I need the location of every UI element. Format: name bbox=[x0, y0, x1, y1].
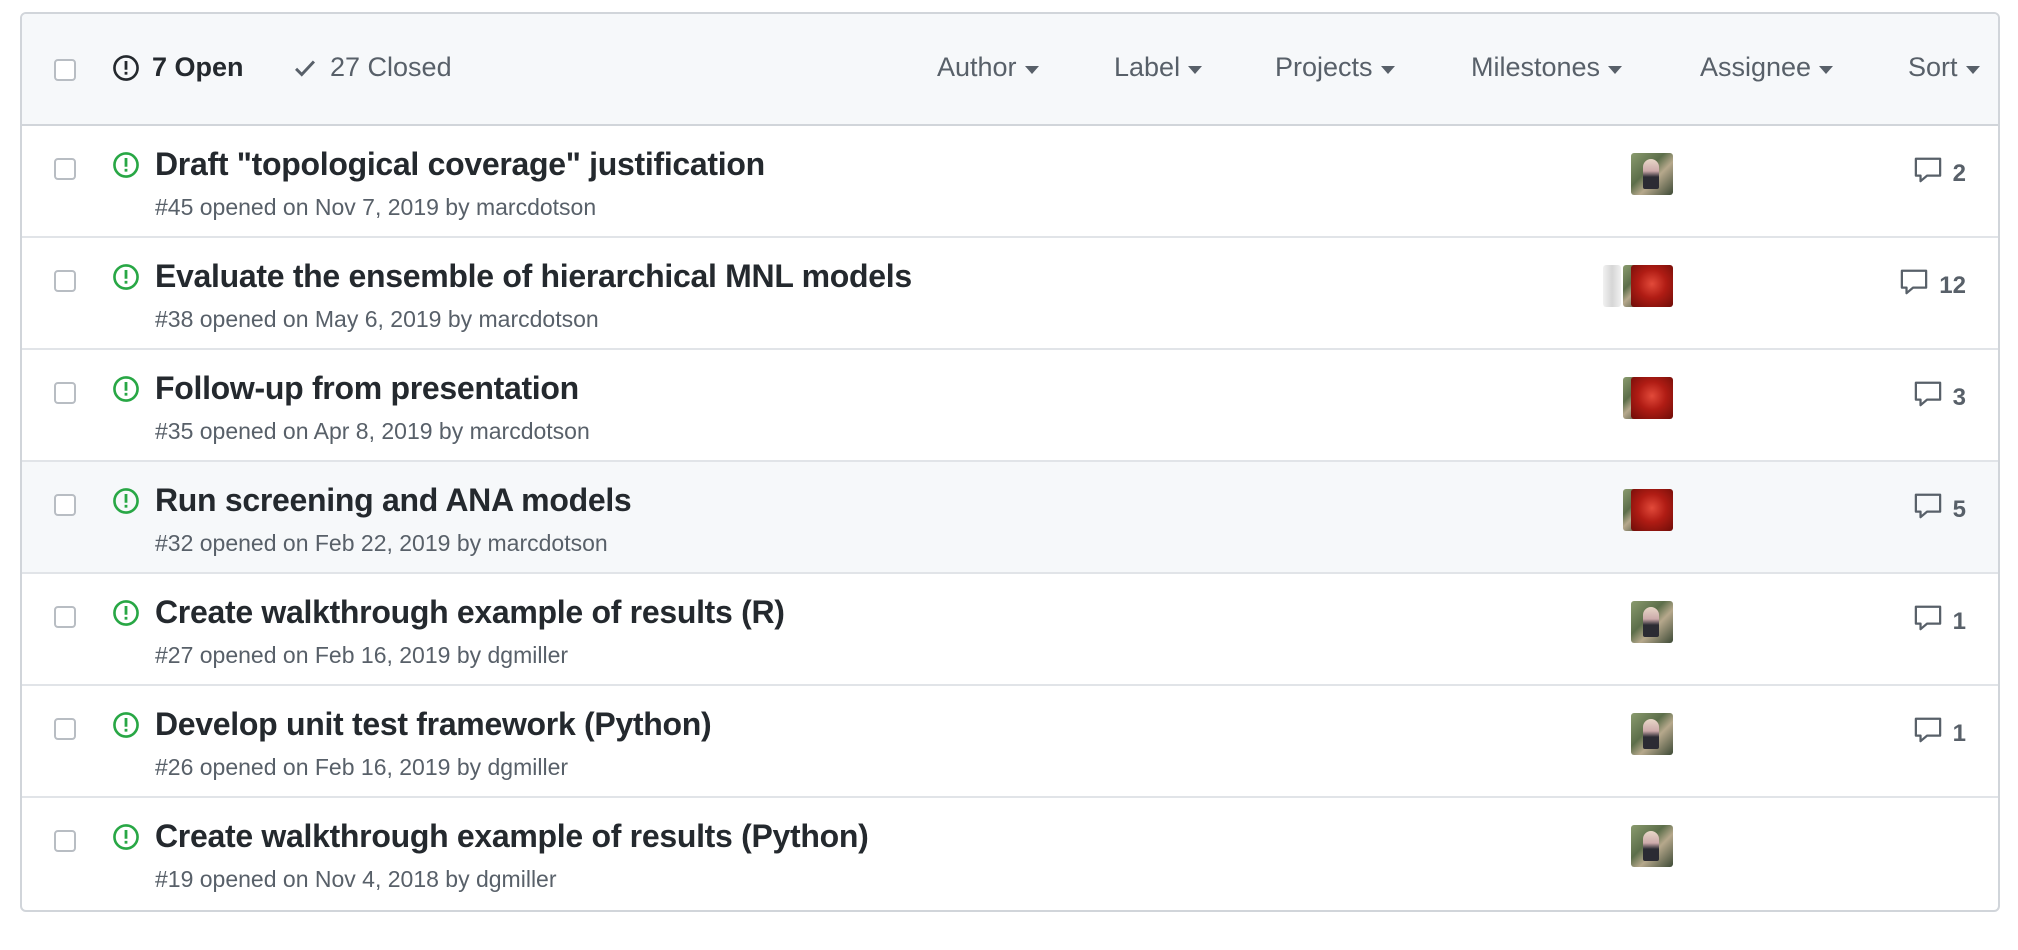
issue-opened-icon bbox=[112, 151, 140, 184]
milestones-filter[interactable]: Milestones bbox=[1471, 52, 1623, 83]
comment-count: 12 bbox=[1939, 271, 1966, 299]
comments-link[interactable]: 1 bbox=[1913, 604, 1966, 639]
caret-down-icon bbox=[1188, 65, 1203, 74]
comment-count: 2 bbox=[1952, 159, 1966, 187]
issue-meta: #45 opened on Nov 7, 2019 by marcdotson bbox=[155, 194, 597, 220]
issue-meta: #35 opened on Apr 8, 2019 by marcdotson bbox=[155, 418, 590, 444]
closed-count: 27 Closed bbox=[330, 52, 452, 82]
comment-count: 1 bbox=[1952, 719, 1966, 747]
comment-icon bbox=[1913, 156, 1953, 191]
issue-title-link[interactable]: Develop unit test framework (Python) bbox=[155, 706, 712, 743]
milestones-filter-label: Milestones bbox=[1471, 52, 1601, 82]
issue-row[interactable]: Follow-up from presentation #35 opened on… bbox=[22, 350, 1998, 462]
issue-row[interactable]: Evaluate the ensemble of hierarchical MN… bbox=[22, 238, 1998, 350]
issue-title-link[interactable]: Follow-up from presentation bbox=[155, 370, 579, 407]
assignee-avatar[interactable] bbox=[1631, 601, 1673, 643]
assignee-filter[interactable]: Assignee bbox=[1700, 52, 1834, 83]
assignee-avatar[interactable] bbox=[1631, 153, 1673, 195]
issue-title-link[interactable]: Create walkthrough example of results (R… bbox=[155, 594, 785, 631]
comment-icon bbox=[1899, 268, 1939, 303]
sort-filter-label: Sort bbox=[1908, 52, 1958, 82]
label-filter[interactable]: Label bbox=[1114, 52, 1203, 83]
issue-checkbox[interactable] bbox=[54, 382, 76, 404]
caret-down-icon bbox=[1608, 65, 1623, 74]
assignee-avatar[interactable] bbox=[1631, 377, 1673, 419]
assignee-avatars bbox=[1623, 377, 1673, 419]
comment-icon bbox=[1913, 380, 1953, 415]
comments-link[interactable]: 5 bbox=[1913, 492, 1966, 527]
assignee-avatars bbox=[1631, 601, 1673, 643]
issue-title-link[interactable]: Create walkthrough example of results (P… bbox=[155, 818, 869, 855]
issues-list-header: 7 Open 27 Closed Author Label Projects M… bbox=[22, 14, 1998, 126]
issue-meta: #32 opened on Feb 22, 2019 by marcdotson bbox=[155, 530, 608, 556]
assignee-avatar[interactable] bbox=[1631, 489, 1673, 531]
caret-down-icon bbox=[1380, 65, 1395, 74]
issue-opened-icon bbox=[112, 375, 140, 408]
issue-checkbox[interactable] bbox=[54, 606, 76, 628]
assignee-avatars bbox=[1631, 713, 1673, 755]
issue-checkbox[interactable] bbox=[54, 158, 76, 180]
assignee-avatars bbox=[1631, 825, 1673, 867]
open-count: 7 Open bbox=[152, 52, 244, 82]
caret-down-icon bbox=[1024, 65, 1039, 74]
issue-checkbox[interactable] bbox=[54, 494, 76, 516]
comments-link[interactable]: 12 bbox=[1899, 268, 1966, 303]
issue-checkbox[interactable] bbox=[54, 718, 76, 740]
issue-title-link[interactable]: Evaluate the ensemble of hierarchical MN… bbox=[155, 258, 912, 295]
assignee-avatars bbox=[1603, 265, 1673, 307]
comments-link[interactable]: 2 bbox=[1913, 156, 1966, 191]
issue-opened-icon bbox=[112, 487, 140, 520]
issue-meta: #27 opened on Feb 16, 2019 by dgmiller bbox=[155, 642, 569, 668]
issue-opened-icon bbox=[113, 54, 139, 81]
assignee-avatars bbox=[1631, 153, 1673, 195]
projects-filter[interactable]: Projects bbox=[1275, 52, 1395, 83]
label-filter-label: Label bbox=[1114, 52, 1181, 82]
issue-opened-icon bbox=[112, 263, 140, 296]
comments-link[interactable]: 3 bbox=[1913, 380, 1966, 415]
issue-title-link[interactable]: Draft "topological coverage" justificati… bbox=[155, 146, 765, 183]
comments-link[interactable]: 1 bbox=[1913, 716, 1966, 751]
issue-meta: #26 opened on Feb 16, 2019 by dgmiller bbox=[155, 754, 569, 780]
open-issues-link[interactable]: 7 Open bbox=[112, 52, 244, 83]
assignee-avatar[interactable] bbox=[1631, 713, 1673, 755]
assignee-avatar[interactable] bbox=[1603, 265, 1621, 307]
comment-count: 3 bbox=[1952, 383, 1966, 411]
caret-down-icon bbox=[1965, 65, 1980, 74]
comment-icon bbox=[1913, 492, 1953, 527]
caret-down-icon bbox=[1819, 65, 1834, 74]
sort-filter[interactable]: Sort bbox=[1908, 52, 1980, 83]
issues-list: 7 Open 27 Closed Author Label Projects M… bbox=[20, 12, 2000, 912]
assignee-avatars bbox=[1623, 489, 1673, 531]
closed-issues-link[interactable]: 27 Closed bbox=[292, 52, 452, 83]
issue-row[interactable]: Draft "topological coverage" justificati… bbox=[22, 126, 1998, 238]
comment-icon bbox=[1913, 604, 1953, 639]
comment-count: 5 bbox=[1952, 495, 1966, 523]
projects-filter-label: Projects bbox=[1275, 52, 1373, 82]
issue-opened-icon bbox=[112, 711, 140, 744]
author-filter[interactable]: Author bbox=[937, 52, 1039, 83]
issue-meta: #19 opened on Nov 4, 2018 by dgmiller bbox=[155, 866, 557, 892]
issue-row[interactable]: Create walkthrough example of results (P… bbox=[22, 798, 1998, 910]
issue-row[interactable]: Run screening and ANA models #32 opened o… bbox=[22, 462, 1998, 574]
issue-checkbox[interactable] bbox=[54, 830, 76, 852]
comment-icon bbox=[1913, 716, 1953, 751]
issue-meta: #38 opened on May 6, 2019 by marcdotson bbox=[155, 306, 599, 332]
check-icon bbox=[295, 59, 316, 77]
assignee-avatar[interactable] bbox=[1631, 265, 1673, 307]
issue-row[interactable]: Create walkthrough example of results (R… bbox=[22, 574, 1998, 686]
issue-rows: Draft "topological coverage" justificati… bbox=[22, 126, 1998, 910]
assignee-filter-label: Assignee bbox=[1700, 52, 1812, 82]
issue-row[interactable]: Develop unit test framework (Python) #26 … bbox=[22, 686, 1998, 798]
issue-checkbox[interactable] bbox=[54, 270, 76, 292]
select-all-checkbox[interactable] bbox=[54, 59, 76, 81]
issue-opened-icon bbox=[112, 823, 140, 856]
comment-count: 1 bbox=[1952, 607, 1966, 635]
issue-title-link[interactable]: Run screening and ANA models bbox=[155, 482, 632, 519]
author-filter-label: Author bbox=[937, 52, 1017, 82]
assignee-avatar[interactable] bbox=[1631, 825, 1673, 867]
issue-opened-icon bbox=[112, 599, 140, 632]
